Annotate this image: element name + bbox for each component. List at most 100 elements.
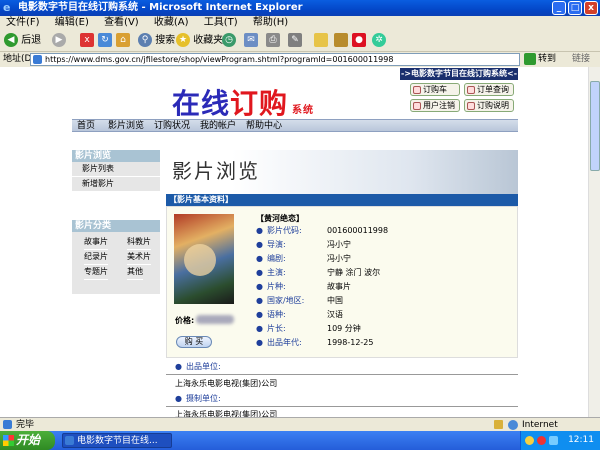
category-feature[interactable]: 故事片 (84, 235, 108, 250)
start-button[interactable]: 开始 (0, 431, 55, 450)
movie-field-row: ● 出品年代: 1998-12-25 (256, 338, 373, 348)
edit-button[interactable]: ✎ (288, 33, 302, 49)
category-special[interactable]: 专题片 (84, 265, 108, 280)
category-other[interactable]: 其他 (127, 265, 143, 280)
taskbar-ie-window[interactable]: 电影数字节目在线... (62, 433, 172, 448)
back-button[interactable]: ◀ 后退 (4, 33, 41, 49)
cart-button[interactable]: 订购车 (410, 83, 460, 96)
window-title-bar: e 电影数字节目在线订购系统 - Microsoft Internet Expl… (0, 0, 600, 16)
bullet-icon: ● (256, 254, 263, 263)
menu-tools[interactable]: 工具(T) (204, 17, 238, 28)
site-logo: 在线订购 系统 (172, 87, 315, 120)
print-button[interactable]: ⎙ (266, 33, 280, 49)
movie-field-value: 109 分钟 (326, 324, 361, 333)
printer-icon: ⎙ (266, 33, 280, 47)
movie-title: 【黄河绝恋】 (256, 214, 304, 223)
order-help-button[interactable]: 订购说明 (464, 99, 514, 112)
zone-text: Internet (522, 420, 558, 430)
home-button[interactable]: ⌂ (116, 33, 130, 49)
nav-account[interactable]: 我的帐户 (200, 120, 236, 132)
address-bar: 地址(D) https://www.dms.gov.cn/jfilestore/… (0, 52, 600, 67)
history-button[interactable]: ◷ (222, 33, 236, 49)
page-icon (33, 55, 42, 64)
address-input[interactable]: https://www.dms.gov.cn/jfilestore/shop/v… (30, 53, 520, 66)
movie-field-value: 宁静 涂门 波尔 (326, 268, 381, 277)
favorites-bar-button[interactable] (334, 33, 348, 49)
windows-logo-icon (3, 435, 14, 446)
messenger-button[interactable]: ● (352, 33, 366, 49)
bullet-icon: ● (175, 362, 182, 371)
stop-button[interactable]: x (80, 33, 94, 49)
buy-button[interactable]: 购 买 (176, 336, 212, 348)
nav-orders[interactable]: 订购状况 (154, 120, 190, 132)
web-page: 在线订购 系统 ->电影数字节目在线订购系统<- 订购车 订单查询 用户注销 订购… (0, 67, 588, 417)
movie-field-row: ● 语种: 汉语 (256, 310, 343, 320)
links-button[interactable]: 链接 (572, 52, 590, 67)
page-status-icon (3, 420, 12, 429)
status-text: 完毕 (16, 420, 35, 430)
bullet-icon: ● (256, 338, 263, 347)
menu-view[interactable]: 查看(V) (104, 17, 139, 28)
menu-edit[interactable]: 编辑(E) (55, 17, 89, 28)
bullet-icon: ● (256, 324, 263, 333)
bullet-icon: ● (256, 310, 263, 319)
maximize-button[interactable]: □ (568, 1, 582, 15)
movie-poster (174, 214, 234, 304)
movie-field-label: 影片代码: (266, 226, 302, 235)
category-animation[interactable]: 美术片 (127, 250, 151, 265)
minimize-button[interactable]: _ (552, 1, 566, 15)
sidebar-category-title: 影片分类 (72, 220, 160, 232)
movie-field-row: ● 编剧: 冯小宁 (256, 254, 351, 264)
movie-field-value: 冯小宁 (326, 254, 351, 263)
history-icon: ◷ (222, 33, 236, 47)
bullet-icon: ● (256, 268, 263, 277)
refresh-icon: ↻ (98, 33, 112, 47)
sidebar-browse-title: 影片浏览 (72, 150, 160, 162)
scrollbar-thumb[interactable] (590, 81, 600, 171)
toolbar: ◀ 后退 ▶ x ↻ ⌂ ⚲ 搜索 ★ 收藏夹 ◷ ✉ ⎙ ✎ ● ✲ (0, 30, 600, 52)
category-science[interactable]: 科教片 (127, 235, 151, 250)
main-nav: 首页 影片浏览 订购状况 我的帐户 帮助中心 (72, 119, 518, 132)
tray-antivirus-icon[interactable] (537, 436, 546, 445)
nav-help[interactable]: 帮助中心 (246, 120, 282, 132)
taskbar: 开始 电影数字节目在线... 12:11 (0, 431, 600, 450)
menu-help[interactable]: 帮助(H) (253, 17, 288, 28)
movie-field-value: 中国 (326, 296, 343, 305)
bookmark-icon (334, 33, 348, 47)
nav-home[interactable]: 首页 (77, 120, 95, 132)
folder-button[interactable] (314, 33, 328, 49)
poster-figure (184, 244, 216, 276)
home-icon: ⌂ (116, 33, 130, 47)
order-query-button[interactable]: 订单查询 (464, 83, 514, 96)
bullet-icon: ● (256, 226, 263, 235)
favorites-button[interactable]: ★ 收藏夹 (176, 33, 223, 49)
messenger-icon: ● (352, 33, 366, 47)
forward-button[interactable]: ▶ (52, 33, 66, 49)
movie-field-label: 片种: (266, 282, 286, 291)
close-button[interactable]: x (584, 1, 598, 15)
vertical-scrollbar[interactable] (588, 67, 600, 417)
sidebar-item-new-movies[interactable]: 新增影片 (72, 177, 160, 192)
tray-speaker-icon[interactable] (549, 436, 558, 445)
menu-favorites[interactable]: 收藏(A) (154, 17, 189, 28)
sidebar-item-movie-list[interactable]: 影片列表 (72, 162, 160, 177)
back-arrow-icon: ◀ (4, 33, 18, 47)
logout-button[interactable]: 用户注销 (410, 99, 460, 112)
tray-shield-icon[interactable] (525, 436, 534, 445)
nav-browse[interactable]: 影片浏览 (108, 120, 144, 132)
go-button[interactable]: 转到 (538, 52, 556, 67)
producer-value: 上海永乐电影电视(集团)公司 (175, 379, 278, 388)
maker-label: ● 摄制单位: (175, 394, 221, 403)
refresh-button[interactable]: ↻ (98, 33, 112, 49)
movie-field-label: 导演: (266, 240, 286, 249)
go-arrow-icon (524, 53, 536, 65)
mail-icon: ✉ (244, 33, 258, 47)
divider (166, 406, 518, 407)
menu-file[interactable]: 文件(F) (6, 17, 40, 28)
category-documentary[interactable]: 纪录片 (84, 250, 108, 265)
mail-button[interactable]: ✉ (244, 33, 258, 49)
search-button[interactable]: ⚲ 搜索 (138, 33, 175, 49)
plugin-button[interactable]: ✲ (372, 33, 386, 49)
ie-task-icon (65, 436, 74, 445)
movie-field-row: ● 主演: 宁静 涂门 波尔 (256, 268, 380, 278)
